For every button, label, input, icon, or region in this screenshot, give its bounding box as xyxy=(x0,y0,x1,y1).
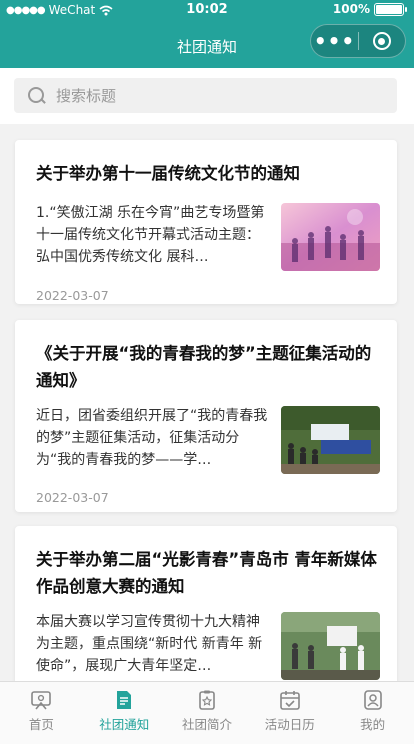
tab-calendar[interactable]: 活动日历 xyxy=(248,682,331,744)
tab-me[interactable]: 我的 xyxy=(331,682,414,744)
tab-label: 首页 xyxy=(28,717,54,732)
article-date: 2022-03-07 xyxy=(36,288,109,303)
article-summary: 本届大赛以学习宣传贯彻十九大精神为主题，重点围绕“新时代 新青年 新使命”，展现… xyxy=(36,614,263,674)
target-icon xyxy=(372,32,391,50)
article-summary: 1.“笑傲江湖 乐在今宵”曲艺专场暨第十一届传统文化节开幕式活动主题：弘中国优秀… xyxy=(36,205,265,265)
tab-label: 社团通知 xyxy=(99,717,150,732)
tab-label: 我的 xyxy=(360,717,386,732)
user-icon xyxy=(363,690,382,710)
article-date: 2022-03-07 xyxy=(36,490,109,505)
tab-intro[interactable]: 社团简介 xyxy=(166,682,249,744)
home-icon xyxy=(31,691,52,710)
status-bar: ●●●●● WeChat 10:02 100% xyxy=(0,0,414,20)
article-title: 关于举办第十一届传统文化节的通知 xyxy=(36,164,300,183)
tab-label: 活动日历 xyxy=(264,717,315,732)
tab-home[interactable]: 首页 xyxy=(0,682,83,744)
miniprogram-capsule: ••• xyxy=(310,24,406,58)
notice-icon xyxy=(117,691,132,709)
article-summary: 近日，团省委组织开展了“我的青春我的梦”主题征集活动，征集活动分为“我的青春我的… xyxy=(36,408,268,468)
article-list: 关于举办第十一届传统文化节的通知 1.“笑傲江湖 乐在今宵”曲艺专场暨第十一届传… xyxy=(0,124,414,681)
close-miniprogram-button[interactable] xyxy=(359,24,405,58)
tab-notice[interactable]: 社团通知 xyxy=(83,682,166,744)
intro-icon xyxy=(199,690,215,710)
search-bar-container xyxy=(0,68,414,124)
article-thumbnail xyxy=(281,612,380,680)
battery-icon xyxy=(374,2,407,16)
article-thumbnail xyxy=(281,203,380,271)
header: ●●●●● WeChat 10:02 100% 社团通知 ••• xyxy=(0,0,414,68)
search-input[interactable] xyxy=(56,86,356,105)
bottom-tab-bar: 首页 社团通知 社团简介 活动日历 我的 xyxy=(0,681,414,744)
article-thumbnail xyxy=(281,406,380,474)
calendar-icon xyxy=(279,691,300,710)
article-card[interactable]: 关于举办第二届“光影青春”青岛市 青年新媒体作品创意大赛的通知 本届大赛以学习宣… xyxy=(15,526,397,681)
article-title: 关于举办第二届“光影青春”青岛市 青年新媒体作品创意大赛的通知 xyxy=(36,550,377,596)
tab-label: 社团简介 xyxy=(181,717,232,732)
search-box[interactable] xyxy=(14,78,397,113)
battery-percent: 100% xyxy=(332,2,370,16)
article-card[interactable]: 《关于开展“我的青春我的梦”主题征集活动的通知》 近日，团省委组织开展了“我的青… xyxy=(15,320,397,512)
search-icon xyxy=(28,86,46,105)
article-card[interactable]: 关于举办第十一届传统文化节的通知 1.“笑傲江湖 乐在今宵”曲艺专场暨第十一届传… xyxy=(15,140,397,304)
more-menu-button[interactable]: ••• xyxy=(311,24,358,58)
article-title: 《关于开展“我的青春我的梦”主题征集活动的通知》 xyxy=(36,344,372,390)
